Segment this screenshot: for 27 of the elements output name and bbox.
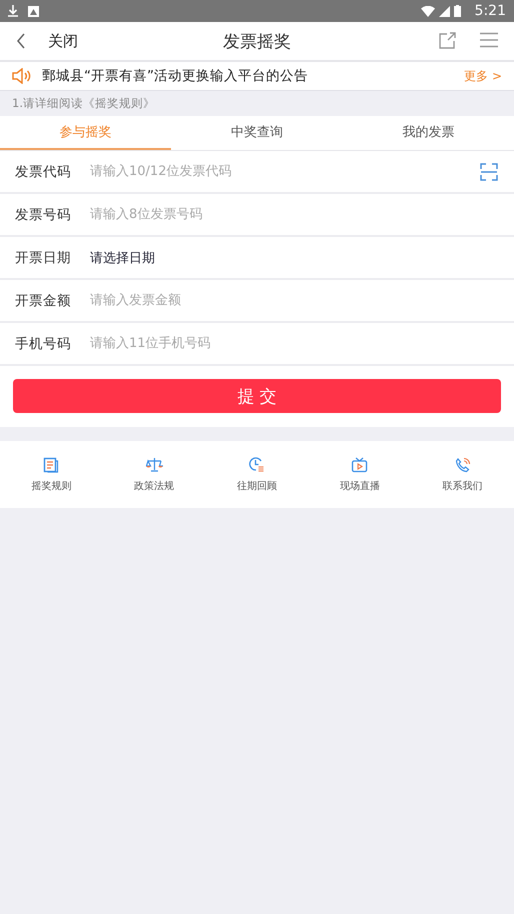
field-label: 发票号码 — [15, 206, 72, 224]
battery-icon — [454, 5, 461, 17]
chevron-left-icon — [16, 33, 26, 49]
signal-icon — [438, 6, 450, 16]
date-picker[interactable]: 请选择日期 — [90, 248, 155, 266]
page-title: 发票摇奖 — [222, 30, 292, 52]
phone-icon — [454, 456, 471, 472]
scales-icon — [146, 456, 163, 472]
wifi-icon — [420, 6, 435, 16]
field-label: 开票金额 — [15, 292, 72, 310]
clock-history-icon — [248, 456, 266, 473]
scan-icon — [480, 162, 498, 180]
notice-text: 鄄城县“开票有喜”活动更换输入平台的公告 — [42, 67, 308, 85]
image-icon — [28, 6, 39, 16]
status-time: 5:21 — [474, 3, 506, 19]
field-label: 手机号码 — [15, 334, 72, 352]
back-button[interactable]: 关闭 — [12, 32, 82, 50]
speaker-icon — [12, 68, 32, 84]
document-icon — [43, 456, 60, 472]
download-icon — [8, 5, 18, 17]
menu-icon — [480, 32, 498, 48]
tv-play-icon — [351, 456, 368, 472]
rules-hint: 1.请详细阅读《摇奖规则》 — [11, 95, 156, 112]
submit-button[interactable]: 提 交 — [13, 379, 501, 413]
field-label: 开票日期 — [15, 248, 72, 266]
share-icon — [438, 32, 456, 50]
field-label: 发票代码 — [15, 162, 72, 180]
